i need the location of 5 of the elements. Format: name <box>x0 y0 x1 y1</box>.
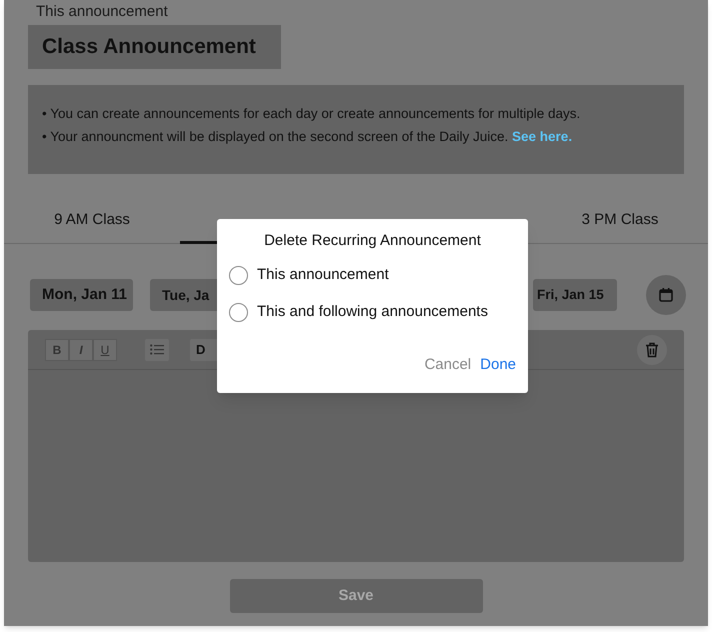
dialog-title: Delete Recurring Announcement <box>264 232 481 250</box>
info-text: • You can create announcements for each day or create announcements for multiple days. <box>42 105 582 122</box>
announcement-title: Class Announcement <box>28 25 281 69</box>
info-text: • Your announcment will be displayed on the second screen of the Daily Juice. See here. <box>42 128 574 145</box>
hint-text: This announcement <box>36 3 169 21</box>
